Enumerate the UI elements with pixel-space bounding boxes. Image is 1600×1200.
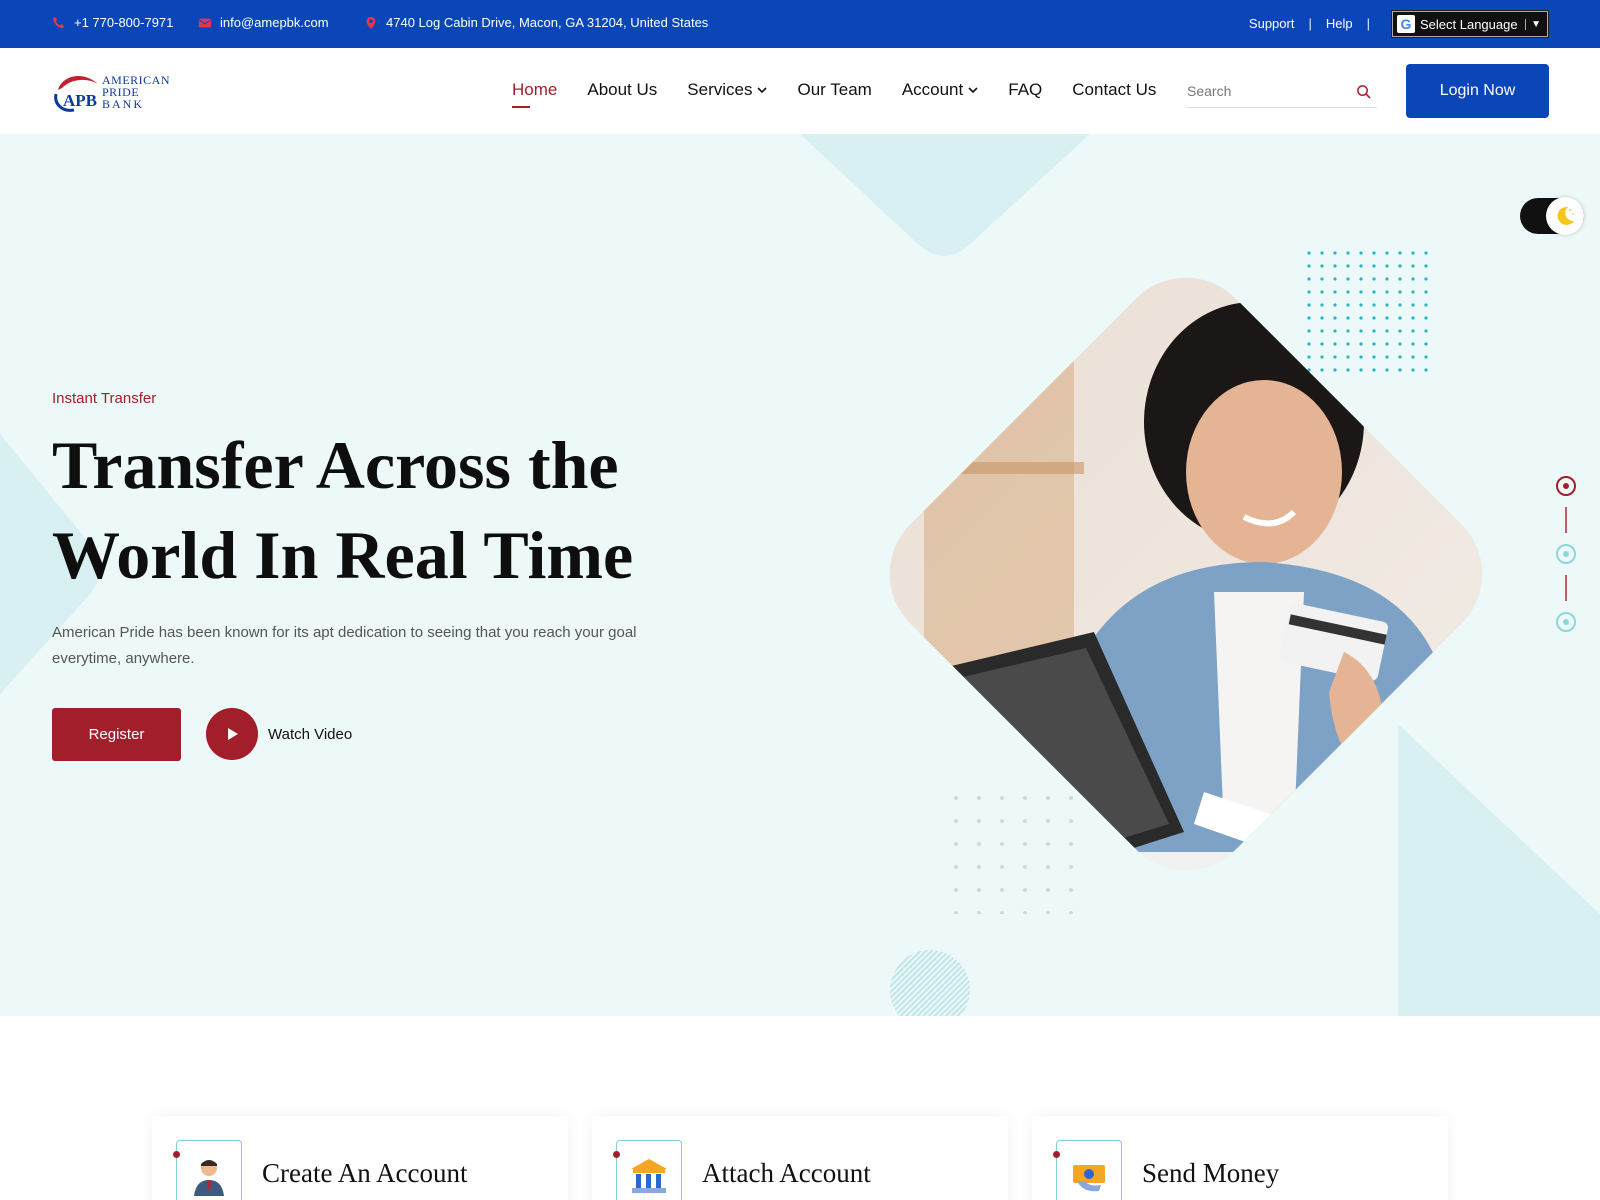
nav-menu: Home About Us Services Our Team Account … [512,80,1186,108]
slide-dot-1[interactable] [1556,476,1576,496]
map-pin-icon [366,16,376,29]
language-label: Select Language [1420,16,1518,32]
top-bar: +1 770-800-7971 info@amepbk.com 4740 Log… [0,0,1600,48]
watch-video-label: Watch Video [268,725,353,743]
user-icon [173,1140,242,1200]
nav-item-contact-us[interactable]: Contact Us [1072,80,1156,100]
hero-headline: Transfer Across the World In Real Time [52,420,702,600]
headline-line: World In Real Time [52,517,634,593]
phone-icon [52,16,65,28]
play-icon [206,708,258,760]
nav-item-label: Our Team [797,80,872,99]
hero-description: American Pride has been known for its ap… [52,624,637,667]
card-title: Send Money [1142,1158,1280,1188]
hero-eyebrow: Instant Transfer [52,390,157,407]
dark-mode-toggle[interactable] [1520,197,1584,235]
separator: | [1366,16,1370,31]
nav-item-label: About Us [587,80,658,99]
nav-item-label: FAQ [1008,80,1043,99]
search-input[interactable] [1187,78,1347,104]
chevron-down-icon [757,87,768,94]
slide-dot-3[interactable] [1556,612,1576,632]
phone-number: +1 770-800-7971 [74,15,174,30]
support-link[interactable]: Support [1249,16,1295,31]
feature-card-create-account[interactable]: Create An Account [152,1116,568,1200]
moon-icon [1546,197,1584,235]
bank-icon [613,1140,682,1200]
feature-card-attach-account[interactable]: Attach Account [592,1116,1008,1200]
nav-item-label: Home [512,80,558,99]
dropdown-arrow-icon: ▼ [1525,18,1541,30]
top-links: Support | Help | [1249,16,1370,31]
striped-circle [890,950,970,1016]
search-box [1187,78,1377,108]
nav-item-about-us[interactable]: About Us [587,80,657,100]
nav-item-services[interactable]: Services [687,80,768,100]
money-icon [1053,1140,1122,1200]
card-title: Attach Account [702,1158,871,1188]
envelope-icon [198,18,212,27]
separator: | [1308,16,1312,31]
logo[interactable]: APB AMERICAN PRIDE BANK [52,68,170,114]
logo-initials: APB [63,91,97,110]
login-now-button[interactable]: Login Now [1406,64,1549,118]
address-contact: 4740 Log Cabin Drive, Macon, GA 31204, U… [364,15,708,30]
main-navigation: APB AMERICAN PRIDE BANK Home About Us Se… [0,48,1600,134]
chevron-down-icon [968,87,978,94]
slider-pagination [1554,476,1578,632]
feature-card-send-money[interactable]: Send Money [1032,1116,1448,1200]
nav-item-label: Contact Us [1072,80,1157,99]
logo-line: BANK [102,97,145,111]
phone-contact[interactable]: +1 770-800-7971 [52,15,173,30]
search-icon[interactable] [1356,84,1371,99]
logo-text: AMERICAN PRIDE BANK [102,74,170,110]
nav-item-home[interactable]: Home [512,80,558,108]
help-link[interactable]: Help [1326,16,1353,31]
email-address: info@amepbk.com [220,15,329,30]
nav-item-faq[interactable]: FAQ [1008,80,1042,100]
nav-item-account[interactable]: Account [902,80,978,100]
slide-dot-2[interactable] [1556,544,1576,564]
email-contact[interactable]: info@amepbk.com [198,15,329,30]
hero-section: Instant Transfer Transfer Across the Wor… [0,134,1600,1016]
google-icon: G [1397,15,1415,33]
register-button[interactable]: Register [52,708,181,761]
nav-item-our-team[interactable]: Our Team [797,80,871,100]
nav-item-label: Account [901,80,964,99]
card-title: Create An Account [262,1158,468,1188]
language-select[interactable]: G Select Language ▼ [1391,10,1549,38]
logo-mark-icon: APB [54,76,98,112]
nav-item-label: Services [687,80,753,99]
hero-image [860,248,1512,900]
address-text: 4740 Log Cabin Drive, Macon, GA 31204, U… [386,15,709,30]
headline-line: Transfer Across the [52,427,619,503]
watch-video-button[interactable]: Watch Video [206,708,352,760]
